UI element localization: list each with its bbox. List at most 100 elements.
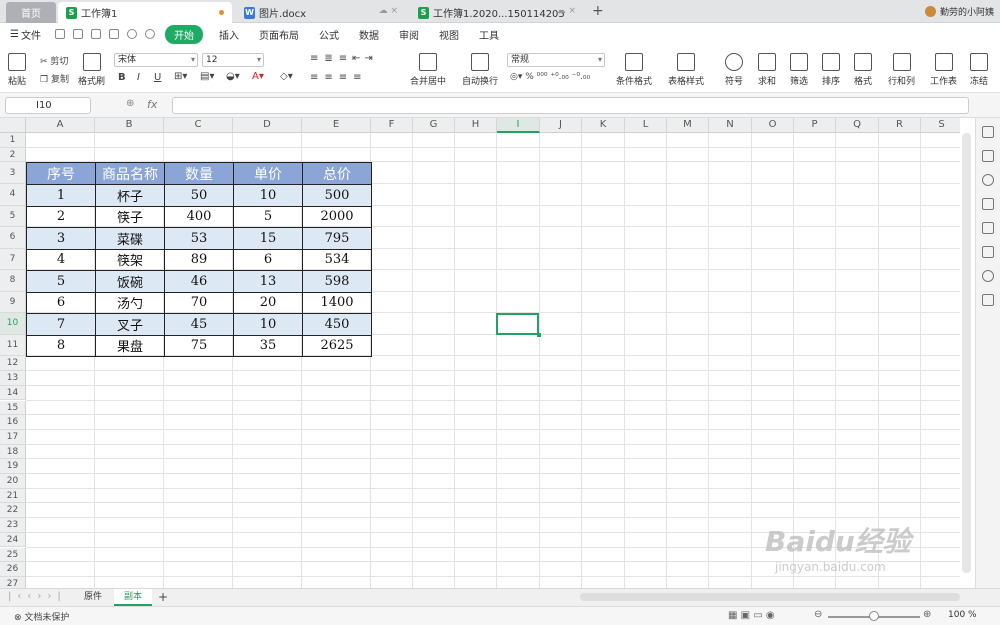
- zoom-out-icon[interactable]: ⊖: [814, 609, 822, 620]
- header-cell[interactable]: 单价: [233, 162, 303, 185]
- horizontal-scrollbar[interactable]: [580, 593, 960, 601]
- history-icon[interactable]: [982, 270, 994, 282]
- header-cell[interactable]: 总价: [302, 162, 372, 185]
- table-cell[interactable]: 10: [233, 184, 303, 207]
- col-header-J[interactable]: J: [540, 118, 582, 133]
- table-cell[interactable]: 53: [164, 227, 234, 250]
- sort-button[interactable]: 排序: [822, 53, 840, 87]
- table-cell[interactable]: 菜碟: [95, 227, 165, 250]
- row-header-12[interactable]: 12: [0, 356, 26, 372]
- row-header-13[interactable]: 13: [0, 371, 26, 386]
- number-format-select[interactable]: 常规: [507, 53, 605, 67]
- properties-icon[interactable]: [982, 222, 994, 234]
- symbol-button[interactable]: 符号: [725, 53, 743, 87]
- row-header-16[interactable]: 16: [0, 415, 26, 430]
- font-color-icon[interactable]: A▾: [252, 71, 264, 82]
- table-cell[interactable]: 2: [26, 205, 96, 228]
- row-header-3[interactable]: 3: [0, 162, 26, 185]
- row-header-4[interactable]: 4: [0, 184, 26, 206]
- print-icon[interactable]: [90, 29, 101, 39]
- table-style-button[interactable]: 表格样式: [668, 53, 704, 87]
- row-header-23[interactable]: 23: [0, 518, 26, 533]
- align-left-icons[interactable]: ≡≡≡≡: [310, 72, 368, 83]
- image-icon[interactable]: [982, 294, 994, 306]
- table-cell[interactable]: 598: [302, 270, 372, 293]
- col-header-K[interactable]: K: [582, 118, 625, 133]
- paste-button[interactable]: 粘贴: [8, 53, 26, 87]
- preview-icon[interactable]: [108, 29, 119, 39]
- table-cell[interactable]: 5: [233, 205, 303, 228]
- cut-button[interactable]: ✂ 剪切: [40, 54, 68, 67]
- menu-formula[interactable]: 公式: [319, 27, 339, 42]
- vertical-scrollbar[interactable]: [962, 133, 971, 573]
- menu-file[interactable]: 文件: [21, 27, 41, 42]
- user-info[interactable]: 勤劳的小阿姨: [924, 5, 994, 18]
- cursor-icon[interactable]: [982, 198, 994, 210]
- zoom-search-icon[interactable]: ⊕: [126, 98, 134, 109]
- hamburger-icon[interactable]: ☰: [10, 29, 19, 40]
- table-cell[interactable]: 1: [26, 184, 96, 207]
- table-cell[interactable]: 8: [26, 334, 96, 357]
- col-header-N[interactable]: N: [709, 118, 752, 133]
- row-header-26[interactable]: 26: [0, 562, 26, 577]
- font-size-select[interactable]: 12: [202, 53, 264, 67]
- col-header-C[interactable]: C: [164, 118, 233, 133]
- underline-button[interactable]: U: [154, 72, 161, 83]
- col-header-M[interactable]: M: [667, 118, 709, 133]
- zoom-slider-knob[interactable]: [869, 611, 879, 621]
- italic-button[interactable]: I: [137, 72, 140, 83]
- table-cell[interactable]: 75: [164, 334, 234, 357]
- protect-status[interactable]: ⊗ 文档未保护: [14, 610, 69, 623]
- highlight-icon[interactable]: ◒▾: [226, 71, 240, 82]
- row-header-7[interactable]: 7: [0, 248, 26, 271]
- conditional-format-button[interactable]: 条件格式: [616, 53, 652, 87]
- tab-workbook2[interactable]: S 工作簿1.2020...150114205 ☁ ×: [410, 2, 584, 23]
- format-button[interactable]: 格式: [854, 53, 872, 87]
- row-header-21[interactable]: 21: [0, 488, 26, 504]
- table-cell[interactable]: 500: [302, 184, 372, 207]
- col-header-D[interactable]: D: [233, 118, 302, 133]
- share-icon[interactable]: [982, 246, 994, 258]
- table-cell[interactable]: 20: [233, 291, 303, 314]
- menu-review[interactable]: 审阅: [399, 27, 419, 42]
- table-cell[interactable]: 1400: [302, 291, 372, 314]
- align-top-icons[interactable]: ≡≣≡: [310, 53, 353, 64]
- indent-icons[interactable]: ⇤⇥: [352, 53, 377, 64]
- border-icon[interactable]: ⊞▾: [174, 71, 187, 82]
- row-header-5[interactable]: 5: [0, 205, 26, 228]
- tab-home[interactable]: 首页: [6, 2, 56, 23]
- col-header-B[interactable]: B: [95, 118, 164, 133]
- table-cell[interactable]: 饭碗: [95, 270, 165, 293]
- name-box[interactable]: I10: [5, 97, 91, 114]
- number-format-icons[interactable]: ◎▾ % ⁰⁰⁰ ⁺⁰.₀₀ ⁻⁰.₀₀: [510, 72, 590, 82]
- table-cell[interactable]: 45: [164, 313, 234, 336]
- menu-view[interactable]: 视图: [439, 27, 459, 42]
- redo-icon[interactable]: [144, 29, 155, 39]
- row-header-9[interactable]: 9: [0, 291, 26, 314]
- row-header-14[interactable]: 14: [0, 385, 26, 401]
- col-header-L[interactable]: L: [625, 118, 667, 133]
- merge-center-button[interactable]: 合并居中: [410, 53, 446, 87]
- selected-cell-I10[interactable]: [496, 313, 541, 337]
- row-header-22[interactable]: 22: [0, 503, 26, 519]
- shapes-icon[interactable]: [982, 126, 994, 138]
- zoom-in-icon[interactable]: ⊕: [923, 609, 931, 620]
- table-cell[interactable]: 35: [233, 334, 303, 357]
- clear-icon[interactable]: ◇▾: [280, 71, 293, 82]
- header-cell[interactable]: 商品名称: [95, 162, 165, 185]
- table-cell[interactable]: 70: [164, 291, 234, 314]
- col-header-R[interactable]: R: [879, 118, 921, 133]
- sum-button[interactable]: 求和: [758, 53, 776, 87]
- table-cell[interactable]: 7: [26, 313, 96, 336]
- row-header-2[interactable]: 2: [0, 147, 26, 163]
- row-header-18[interactable]: 18: [0, 444, 26, 460]
- header-cell[interactable]: 数量: [164, 162, 234, 185]
- table-cell[interactable]: 4: [26, 248, 96, 271]
- row-col-button[interactable]: 行和列: [888, 53, 915, 87]
- table-cell[interactable]: 筷子: [95, 205, 165, 228]
- table-cell[interactable]: 5: [26, 270, 96, 293]
- copy-button[interactable]: ❐ 复制: [40, 72, 69, 85]
- fx-icon[interactable]: fx: [147, 98, 157, 111]
- col-header-O[interactable]: O: [752, 118, 794, 133]
- table-cell[interactable]: 50: [164, 184, 234, 207]
